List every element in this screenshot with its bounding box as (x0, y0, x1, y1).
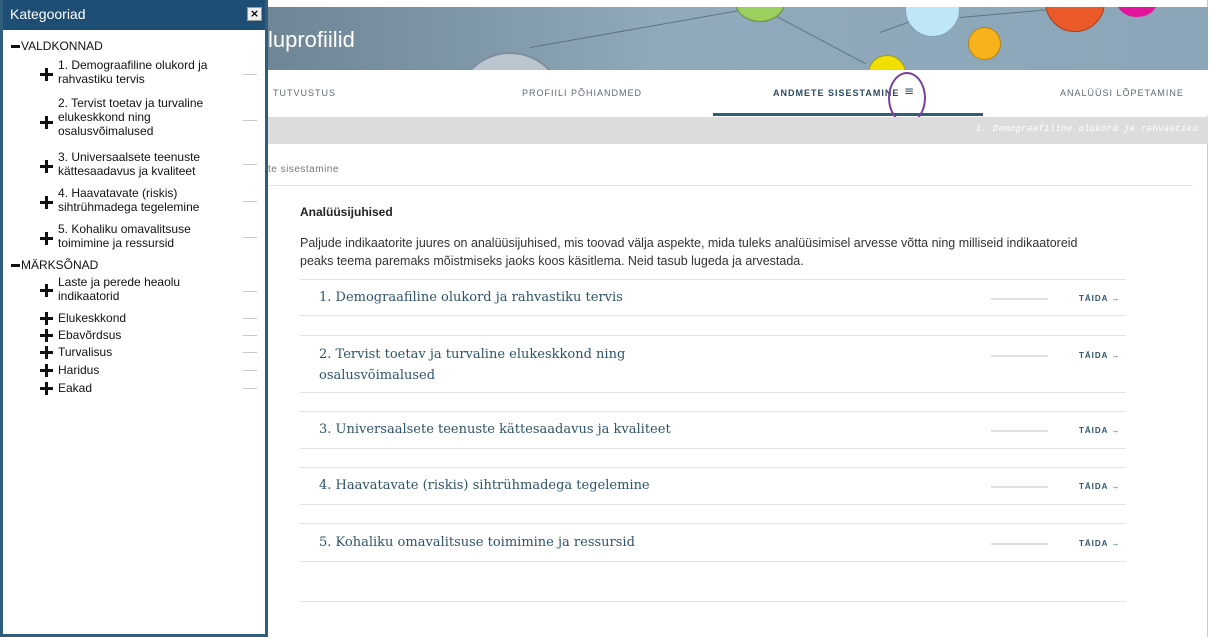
category-item-title[interactable]: 4. Haavatavate (riskis) sihtrühmadega te… (319, 475, 699, 496)
tree-item[interactable]: Haridus (58, 363, 238, 377)
tree-item[interactable]: 4. Haavatavate (riskis) sihtrühmadega te… (58, 186, 238, 214)
plus-icon[interactable] (40, 346, 53, 359)
divider (300, 392, 1126, 393)
group-valdkonnad[interactable]: VALDKONNAD (11, 39, 103, 53)
taida-link[interactable]: TÄIDA → (1079, 426, 1120, 435)
plus-icon[interactable] (40, 116, 53, 129)
category-item-title[interactable]: 3. Universaalsete teenuste kättesaadavus… (319, 419, 699, 440)
divider (243, 74, 257, 75)
tree-item[interactable]: 1. Demograafiline olukord ja rahvastiku … (58, 58, 238, 86)
decor-circle (735, 7, 785, 22)
divider (300, 601, 1126, 602)
category-item-title[interactable]: 5. Kohaliku omavalitsuse toimimine ja re… (319, 532, 699, 553)
taida-link[interactable]: TÄIDA → (1079, 294, 1120, 303)
taida-link[interactable]: TÄIDA → (1079, 539, 1120, 548)
divider (243, 335, 257, 336)
divider (300, 504, 1126, 505)
divider (300, 279, 1126, 280)
plus-icon[interactable] (40, 364, 53, 377)
divider (243, 388, 257, 389)
breadcrumb: te sisestamine (268, 164, 339, 175)
category-item-title[interactable]: 2. Tervist toetav ja turvaline elukeskko… (319, 344, 699, 386)
plus-icon[interactable] (40, 382, 53, 395)
divider (243, 370, 257, 371)
divider (268, 185, 1193, 186)
divider (300, 523, 1126, 524)
tree-item[interactable]: Laste ja perede heaolu indikaatorid (58, 275, 238, 303)
divider (300, 411, 1126, 412)
progress-bar (991, 486, 1048, 488)
group-marksonad[interactable]: MÄRKSÕNAD (11, 258, 98, 272)
decor-circle (905, 7, 960, 37)
taida-link[interactable]: TÄIDA → (1079, 351, 1120, 360)
minus-icon[interactable] (11, 45, 20, 49)
intro-text: Paljude indikaatorite juures on analüüsi… (300, 236, 1078, 268)
close-icon[interactable]: × (247, 7, 262, 21)
plus-icon[interactable] (40, 68, 53, 81)
tree-item[interactable]: 2. Tervist toetav ja turvaline elukeskko… (58, 96, 238, 138)
tree-item[interactable]: 5. Kohaliku omavalitsuse toimimine ja re… (58, 222, 238, 250)
minus-icon[interactable] (11, 264, 20, 268)
plus-icon[interactable] (40, 329, 53, 342)
taida-link[interactable]: TÄIDA → (1079, 482, 1120, 491)
tree-item[interactable]: Ebavõrdsus (58, 328, 238, 342)
divider (243, 237, 257, 238)
tree-item[interactable]: Elukeskkond (58, 311, 238, 325)
divider (300, 335, 1126, 336)
progress-bar (991, 298, 1048, 300)
subbar-current-section[interactable]: 1. Demograafiline olukord ja rahvastiku (976, 124, 1198, 134)
decor-circle (968, 27, 1001, 60)
active-tab-indicator (713, 113, 983, 116)
tree-item[interactable]: 3. Universaalsete teenuste kättesaadavus… (58, 150, 238, 178)
divider (243, 291, 257, 292)
divider (300, 467, 1126, 468)
divider (300, 561, 1126, 562)
tab-andmete-sisestamine[interactable]: ANDMETE SISESTAMINE (773, 88, 899, 98)
divider (243, 318, 257, 319)
tab-tutvustus[interactable]: TUTVUSTUS (273, 88, 336, 98)
progress-bar (991, 543, 1048, 545)
page-title: luprofiilid (268, 27, 355, 52)
plus-icon[interactable] (40, 232, 53, 245)
divider (243, 164, 257, 165)
divider (300, 448, 1126, 449)
section-title: Analüüsijuhised (300, 205, 393, 219)
tree-item[interactable]: Eakad (58, 381, 238, 395)
tab-profiili-pohiandmed[interactable]: PROFIILI PÕHIANDMED (522, 88, 642, 98)
panel-title: Kategooriad (10, 6, 86, 22)
decor-circle (1045, 7, 1105, 32)
group-label: MÄRKSÕNAD (21, 258, 99, 272)
category-item-title[interactable]: 1. Demograafiline olukord ja rahvastiku … (319, 287, 699, 308)
group-label: VALDKONNAD (21, 39, 103, 53)
divider (243, 201, 257, 202)
plus-icon[interactable] (40, 196, 53, 209)
decor-circle (868, 55, 906, 70)
divider (300, 315, 1126, 316)
panel-header: Kategooriad × (3, 0, 265, 30)
progress-bar (991, 355, 1048, 357)
plus-icon[interactable] (40, 160, 53, 173)
plus-icon[interactable] (40, 312, 53, 325)
plus-icon[interactable] (40, 284, 53, 297)
tab-analuusi-lopetamine[interactable]: ANALÜÜSI LÕPETAMINE (1060, 88, 1184, 98)
decor-circle (1117, 7, 1157, 17)
decor-circle (455, 52, 565, 70)
progress-bar (991, 430, 1048, 432)
divider (243, 352, 257, 353)
categories-panel: Kategooriad × VALDKONNAD 1. Demograafili… (0, 0, 268, 637)
tree-item[interactable]: Turvalisus (58, 345, 238, 359)
divider (243, 120, 257, 121)
banner-network-line (530, 7, 757, 48)
